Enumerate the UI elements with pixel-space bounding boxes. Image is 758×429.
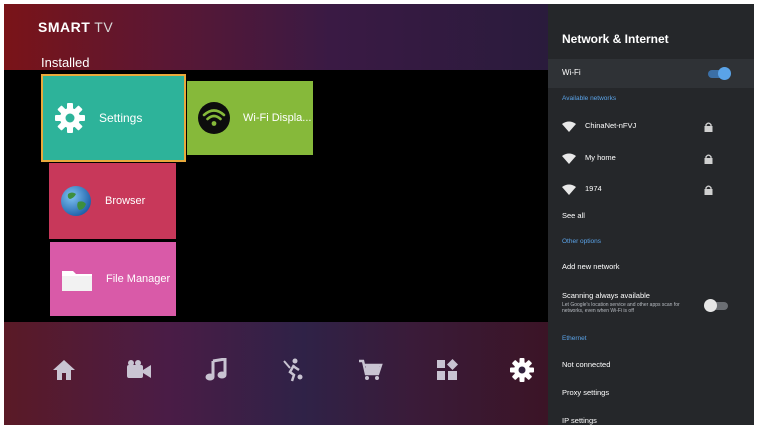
app-tile-wifi-display[interactable]: Wi-Fi Displa... bbox=[187, 81, 313, 155]
wifi-signal-icon bbox=[562, 119, 576, 137]
apps-icon[interactable] bbox=[433, 356, 461, 384]
app-tile-file-manager[interactable]: File Manager bbox=[50, 242, 176, 316]
lock-icon bbox=[704, 119, 713, 137]
network-name: My home bbox=[585, 153, 616, 162]
sports-icon[interactable] bbox=[279, 356, 307, 384]
home-icon[interactable] bbox=[50, 356, 78, 384]
wifi-display-icon bbox=[197, 101, 231, 135]
section-title: Installed bbox=[41, 55, 90, 70]
tv-screen: SMART TV Installed Settings Wi-Fi Displa… bbox=[4, 4, 754, 425]
music-icon[interactable] bbox=[202, 356, 230, 384]
lock-icon bbox=[704, 151, 713, 169]
network-settings-panel: Network & Internet Wi-Fi Available netwo… bbox=[548, 4, 754, 425]
app-tile-browser[interactable]: Browser bbox=[49, 163, 176, 239]
wifi-signal-icon bbox=[562, 151, 576, 169]
scanning-toggle[interactable] bbox=[704, 299, 728, 312]
see-all-link[interactable]: See all bbox=[562, 211, 585, 220]
video-icon[interactable] bbox=[125, 356, 153, 384]
ethernet-status: Not connected bbox=[562, 360, 611, 369]
lock-icon bbox=[704, 182, 713, 200]
wifi-toggle[interactable] bbox=[708, 67, 731, 80]
app-label: Wi-Fi Displa... bbox=[243, 112, 312, 124]
app-label: Browser bbox=[105, 195, 146, 207]
other-options-header: Other options bbox=[562, 238, 602, 245]
app-label: Settings bbox=[99, 111, 143, 125]
folder-icon bbox=[60, 262, 94, 296]
wifi-label: Wi-Fi bbox=[562, 68, 581, 77]
shopping-cart-icon[interactable] bbox=[356, 356, 384, 384]
ip-settings-item[interactable]: IP settings bbox=[562, 416, 597, 425]
network-name: 1974 bbox=[585, 184, 602, 193]
settings-icon[interactable] bbox=[508, 356, 536, 384]
gear-icon bbox=[53, 101, 87, 135]
app-tile-settings[interactable]: Settings bbox=[41, 74, 186, 162]
panel-title: Network & Internet bbox=[562, 32, 669, 46]
network-name: ChinaNet-nFVJ bbox=[585, 121, 637, 130]
network-item[interactable]: ChinaNet-nFVJ bbox=[548, 115, 754, 135]
ethernet-header: Ethernet bbox=[562, 335, 587, 342]
network-item[interactable]: My home bbox=[548, 147, 754, 167]
proxy-settings-item[interactable]: Proxy settings bbox=[562, 388, 609, 397]
app-label: File Manager bbox=[106, 273, 171, 285]
wifi-signal-icon bbox=[562, 182, 576, 200]
scanning-label: Scanning always available bbox=[562, 291, 650, 300]
globe-icon bbox=[59, 184, 93, 218]
add-network-button[interactable]: Add new network bbox=[562, 262, 620, 271]
wifi-toggle-row[interactable]: Wi-Fi bbox=[548, 59, 754, 88]
scanning-description: Let Google's location service and other … bbox=[562, 302, 680, 314]
available-networks-header: Available networks bbox=[562, 95, 617, 102]
bottom-dock bbox=[4, 356, 548, 388]
network-item[interactable]: 1974 bbox=[548, 178, 754, 198]
brand-logo: SMART TV bbox=[38, 19, 114, 35]
